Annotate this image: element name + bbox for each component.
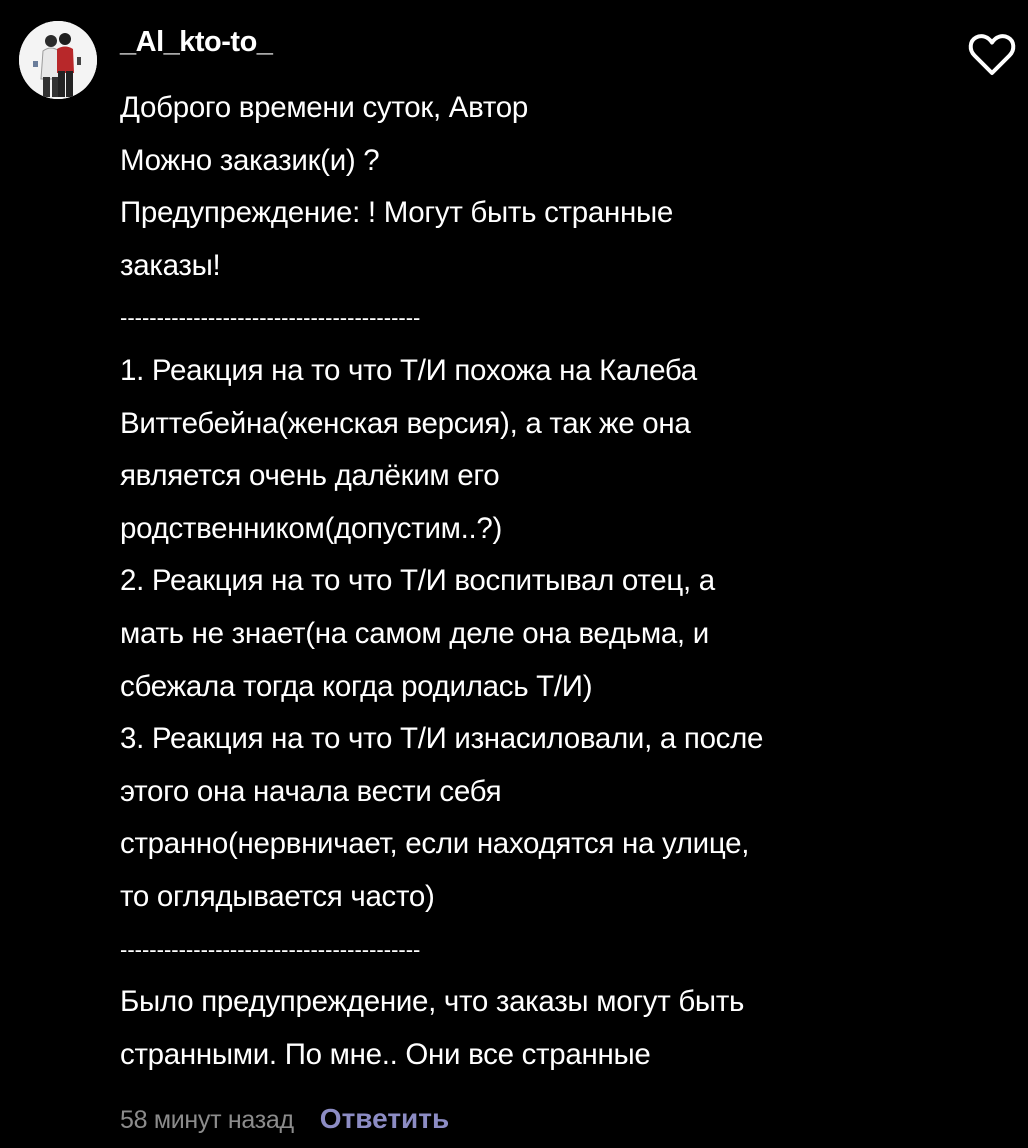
- comment-card: _Al_kto-to_ Доброго времени суток, Автор…: [0, 0, 1028, 1148]
- comment-line: странными. По мне.. Они все странные: [120, 1037, 651, 1071]
- avatar-image: [19, 21, 97, 99]
- comment-line: 3. Реакция на то что Т/И изнасиловали, а…: [120, 722, 764, 756]
- comment-line: Было предупреждение, что заказы могут бы…: [120, 985, 745, 1019]
- comment-line: Виттебейна(женская версия), а так же она: [120, 406, 691, 440]
- comment-line: заказы!: [120, 248, 221, 282]
- comment-line: Доброго времени суток, Автор: [120, 91, 528, 124]
- comment-line: является очень далёким его: [120, 459, 500, 493]
- comment-line: родственником(допустим..?): [120, 511, 503, 545]
- heart-outline-icon: [968, 34, 1016, 75]
- comment-line: 1. Реакция на то что Т/И похожа на Калеб…: [120, 353, 697, 387]
- comment-line: то оглядывается часто): [120, 879, 435, 913]
- comment-line: этого она начала вести себя: [120, 774, 502, 808]
- comment-line: сбежала тогда когда родилась Т/И): [120, 669, 593, 703]
- reply-button[interactable]: Ответить: [320, 1103, 449, 1135]
- comment-line: странно(нервничает, если находятся на ул…: [120, 827, 750, 861]
- comment-line: 2. Реакция на то что Т/И воспитывал отец…: [120, 564, 715, 598]
- divider-line: ----------------------------------------…: [120, 936, 421, 962]
- comment-line: Можно заказик(и) ?: [120, 143, 380, 177]
- timestamp: 58 минут назад: [120, 1106, 294, 1134]
- username[interactable]: _Al_kto-to_: [120, 26, 273, 59]
- like-button[interactable]: [966, 30, 1018, 78]
- comment-line: Предупреждение: ! Могут быть странные: [120, 196, 673, 230]
- comment-line: мать не знает(на самом деле она ведьма, …: [120, 616, 709, 650]
- avatar[interactable]: [19, 21, 97, 99]
- divider-line: ----------------------------------------…: [120, 305, 421, 331]
- comment-footer: 58 минут назад Ответить: [120, 1103, 449, 1143]
- comment-body: Доброго времени суток, Автор Можно заказ…: [120, 82, 900, 1081]
